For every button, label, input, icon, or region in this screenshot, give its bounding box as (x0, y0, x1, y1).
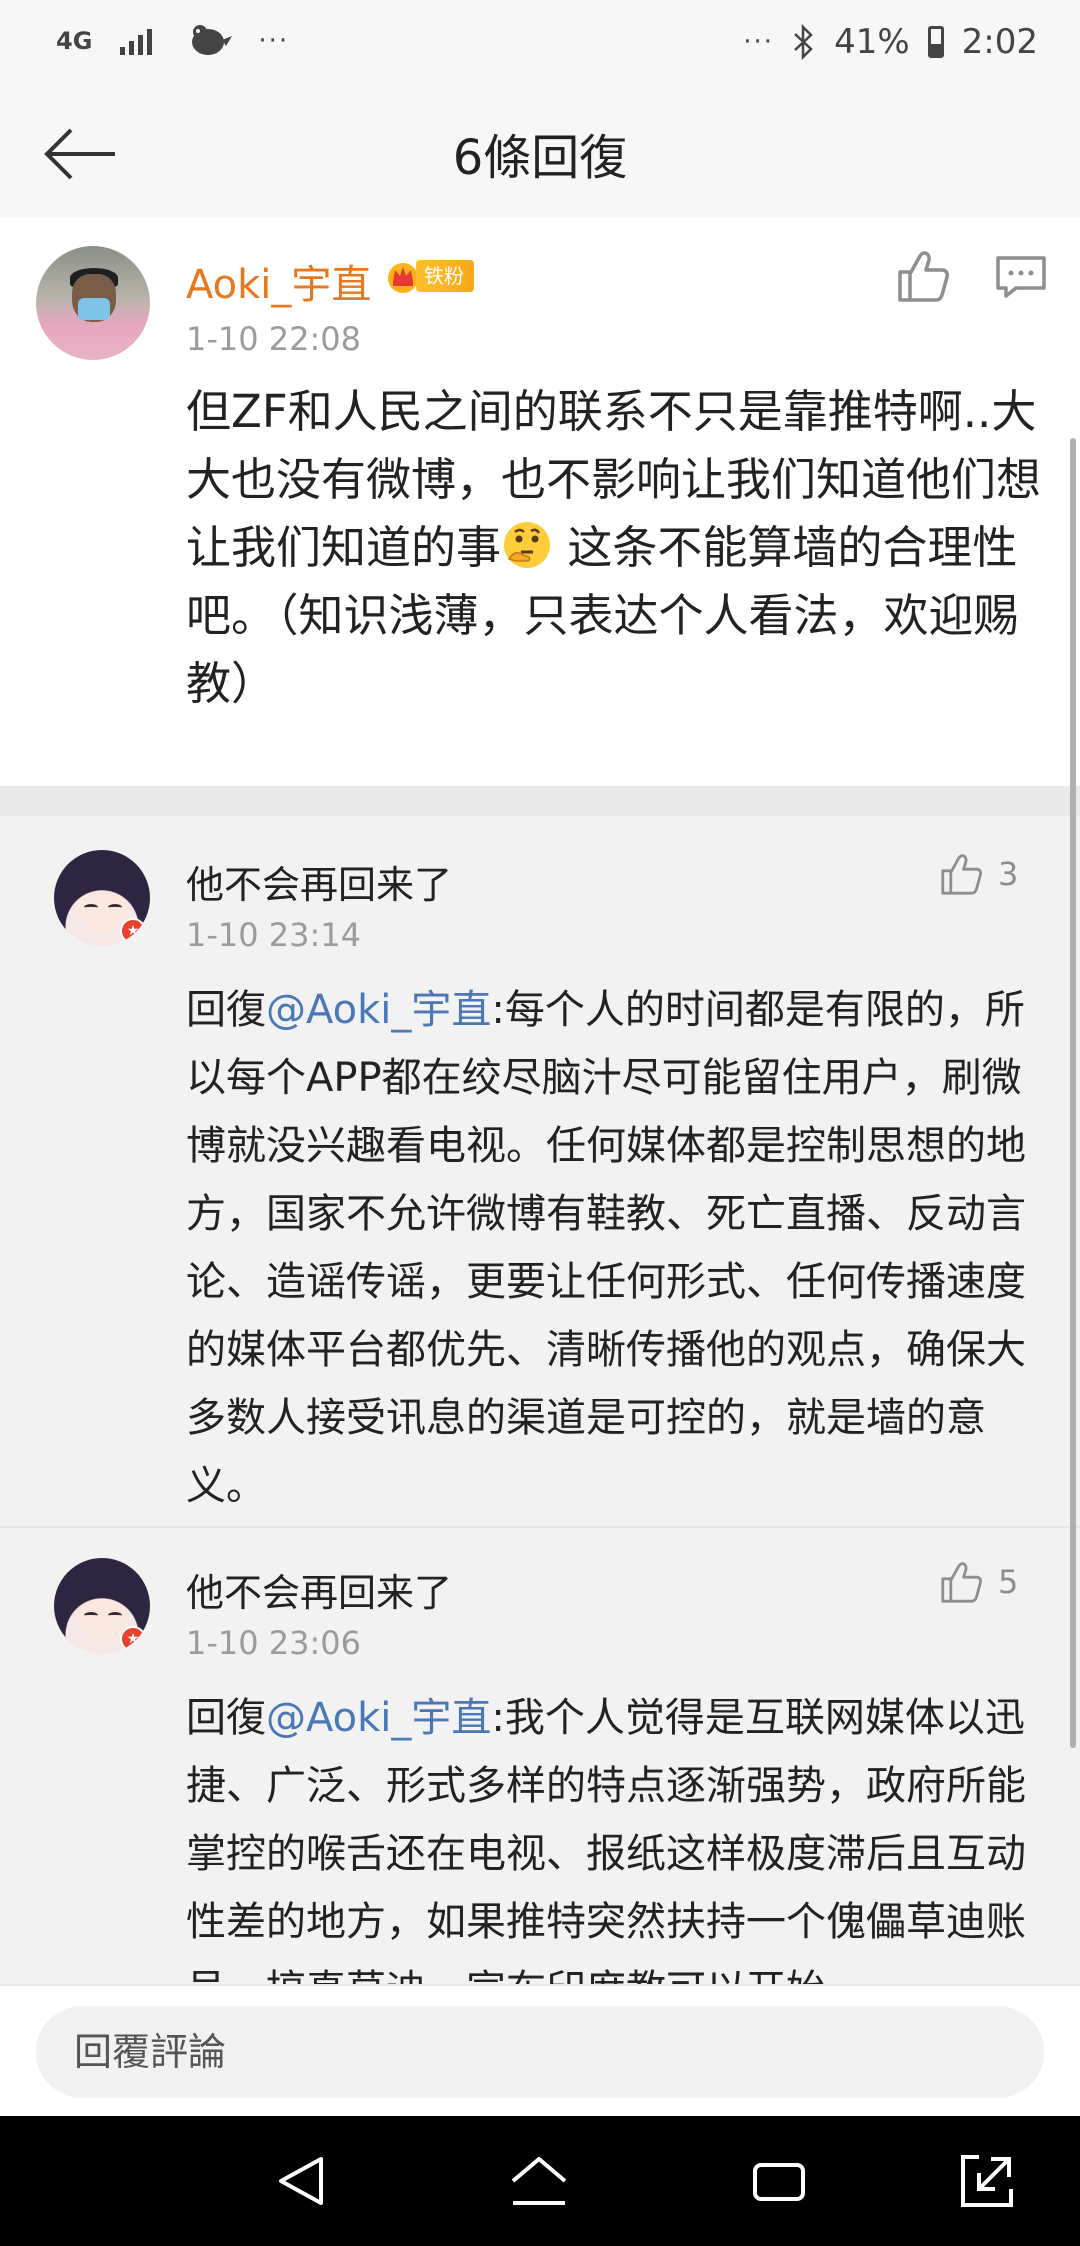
reply-author[interactable]: 他不会再回来了 (186, 854, 452, 909)
battery-icon (927, 26, 944, 58)
nav-rotate-button[interactable] (950, 2144, 1024, 2218)
thumbs-up-icon (941, 854, 982, 895)
status-overflow-right: ··· (743, 27, 775, 57)
nav-recents-icon (753, 2163, 805, 2201)
network-type-label: 4G (56, 27, 93, 55)
fan-badge: 铁粉 (384, 258, 474, 294)
thumbs-up-icon[interactable] (894, 246, 954, 306)
battery-level-fill (930, 44, 941, 55)
status-left: 4G ··· (56, 22, 289, 60)
reply-like-button[interactable]: 3 (938, 850, 1018, 898)
battery-percent: 41% (834, 22, 910, 62)
reply-author[interactable]: 他不会再回来了 (186, 1562, 452, 1617)
system-nav-bar (0, 2116, 1080, 2246)
verified-badge-icon: ★ (120, 918, 146, 944)
nav-back-button[interactable] (264, 2144, 338, 2218)
reply-footer (0, 1984, 1080, 2118)
bluetooth-icon (794, 24, 813, 60)
clock: 2:02 (961, 22, 1038, 62)
reply-prefix: 回復 (186, 1695, 266, 1741)
reply-item[interactable]: ★ 他不会再回来了 1-10 23:14 3 回復@Aoki_宇直:每个人的时间… (0, 816, 1080, 1528)
comment-text: 但ZF和人民之间的联系不只是靠推特啊..大大也没有微博，也不影响让我们知道他们想… (186, 378, 1046, 718)
mention-link[interactable]: @Aoki_宇直 (266, 1695, 491, 1741)
header: 6條回復 (0, 90, 1080, 220)
comment-author[interactable]: Aoki_宇直 (186, 252, 371, 310)
like-count: 5 (998, 1563, 1019, 1601)
thinking-face-icon (504, 522, 551, 568)
main-comment: Aoki_宇直 铁粉 1-10 22:08 但ZF和人民之间的联系不只是靠推特啊… (0, 218, 1080, 786)
status-overflow-left: ··· (258, 26, 290, 56)
status-bar: 4G ··· ··· 41% 2:02 (0, 0, 1080, 90)
reply-prefix: 回復 (186, 987, 266, 1033)
nav-rotate-icon (961, 2155, 1013, 2207)
fan-badge-label: 铁粉 (416, 260, 474, 292)
reply-text: 回復@Aoki_宇直:每个人的时间都是有限的，所以每个APP都在绞尽脑汁尽可能留… (186, 976, 1046, 1520)
nav-home-icon (511, 2157, 567, 2205)
avatar[interactable]: ★ (54, 1558, 150, 1654)
replies-scroll-area[interactable]: Aoki_宇直 铁粉 1-10 22:08 但ZF和人民之间的联系不只是靠推特啊… (0, 218, 1080, 1984)
reply-comment-input[interactable] (36, 2006, 1044, 2098)
comment-icon[interactable] (994, 250, 1048, 304)
mention-link[interactable]: @Aoki_宇直 (266, 987, 491, 1033)
scrollbar[interactable] (1070, 438, 1076, 1748)
avatar[interactable] (36, 246, 150, 360)
reply-time: 1-10 23:06 (186, 1624, 362, 1662)
bird-notification-icon (192, 25, 233, 55)
thumbs-up-icon (941, 1562, 982, 1603)
verified-badge-icon: ★ (120, 1626, 146, 1652)
nav-back-icon (279, 2157, 323, 2205)
like-count: 3 (998, 855, 1019, 893)
nav-recents-button[interactable] (742, 2144, 816, 2218)
page-title: 6條回復 (452, 130, 628, 186)
signal-icon (120, 29, 153, 55)
reply-body: :每个人的时间都是有限的，所以每个APP都在绞尽脑汁尽可能留住用户，刷微博就没兴… (186, 987, 1026, 1509)
reply-item[interactable]: ★ 他不会再回来了 1-10 23:06 5 回復@Aoki_宇直:我个人觉得是… (0, 1528, 1080, 1984)
nav-home-button[interactable] (502, 2144, 576, 2218)
reply-time: 1-10 23:14 (186, 916, 362, 954)
comment-time: 1-10 22:08 (186, 320, 362, 358)
avatar[interactable]: ★ (54, 850, 150, 946)
reply-like-button[interactable]: 5 (938, 1558, 1018, 1606)
section-divider (0, 786, 1080, 816)
reply-text: 回復@Aoki_宇直:我个人觉得是互联网媒体以迅捷、广泛、形式多样的特点逐渐强势… (186, 1684, 1046, 1984)
status-right: ··· 41% 2:02 (743, 22, 1038, 62)
